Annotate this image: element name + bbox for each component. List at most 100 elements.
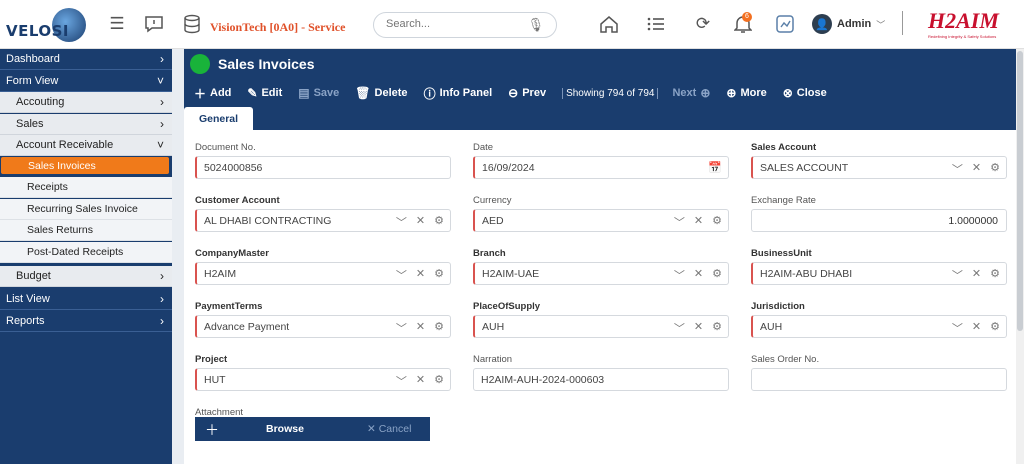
clear-icon[interactable]: ✕	[416, 267, 425, 283]
gear-icon[interactable]: ⚙	[712, 320, 722, 336]
sidebar-item-label: Accouting	[16, 96, 65, 108]
project-select[interactable]: HUT ﹀ ✕ ⚙	[195, 368, 451, 391]
scrollbar-thumb[interactable]	[1017, 51, 1023, 331]
tab-general[interactable]: General	[184, 107, 253, 130]
more-button[interactable]: ⊕ More	[726, 86, 766, 100]
close-button[interactable]: ⊗ Close	[783, 86, 827, 100]
chat-icon[interactable]	[143, 13, 165, 35]
sidebar-item-budget[interactable]: Budget ›	[0, 266, 172, 287]
customer-account-select[interactable]: AL DHABI CONTRACTING ﹀ ✕ ⚙	[195, 209, 451, 232]
info-panel-button[interactable]: ⓘ Info Panel	[424, 85, 493, 102]
cancel-button[interactable]: ✕ Cancel	[367, 423, 411, 435]
gear-icon[interactable]: ⚙	[990, 161, 1000, 177]
sidebar-item-receipts[interactable]: Receipts	[0, 177, 172, 198]
list-icon[interactable]	[645, 13, 667, 35]
company-master-select[interactable]: H2AIM ﹀ ✕ ⚙	[195, 262, 451, 285]
clear-icon[interactable]: ✕	[972, 320, 981, 336]
scrollbar[interactable]	[1016, 49, 1024, 464]
clear-icon[interactable]: ✕	[694, 214, 703, 230]
gear-icon[interactable]: ⚙	[434, 214, 444, 230]
invoice-form: Document No. 5024000856 Date 16/09/2024 📅…	[184, 130, 1016, 464]
database-icon[interactable]	[181, 13, 203, 35]
calendar-icon[interactable]: 📅	[708, 161, 722, 174]
clear-icon[interactable]: ✕	[416, 373, 425, 389]
narration-input[interactable]: H2AIM-AUH-2024-000603	[473, 368, 729, 391]
date-input[interactable]: 16/09/2024 📅	[473, 156, 729, 179]
plus-icon[interactable]: ＋	[205, 420, 219, 440]
chevron-down-icon[interactable]: ﹀	[674, 214, 685, 230]
status-indicator	[190, 54, 210, 74]
currency-select[interactable]: AED ﹀ ✕ ⚙	[473, 209, 729, 232]
jurisdiction-select[interactable]: AUH ﹀ ✕ ⚙	[751, 315, 1007, 338]
chevron-down-icon[interactable]: ﹀	[396, 214, 407, 230]
sidebar-item-sales-invoices[interactable]: Sales Invoices	[1, 157, 169, 174]
sidebar-item-list-view[interactable]: List View ›	[0, 289, 172, 310]
next-button[interactable]: Next ⊕	[672, 86, 710, 100]
sidebar-item-sales-returns[interactable]: Sales Returns	[0, 220, 172, 241]
chevron-down-icon[interactable]: ﹀	[674, 320, 685, 336]
refresh-icon[interactable]: ⟳	[692, 13, 714, 35]
chevron-down-icon[interactable]: ﹀	[952, 161, 963, 177]
edit-button[interactable]: ✎ Edit	[247, 86, 282, 100]
settings-chart-icon[interactable]	[774, 13, 796, 35]
payment-terms-select[interactable]: Advance Payment ﹀ ✕ ⚙	[195, 315, 451, 338]
sidebar-item-recurring-sales-invoice[interactable]: Recurring Sales Invoice	[0, 199, 172, 220]
add-button[interactable]: ＋ Add	[194, 85, 231, 102]
sidebar-item-accounting[interactable]: Accouting ›	[0, 92, 172, 113]
sidebar-item-form-view[interactable]: Form View ˅	[0, 71, 172, 92]
prev-button[interactable]: ⊖ Prev	[508, 86, 546, 100]
gear-icon[interactable]: ⚙	[712, 214, 722, 230]
chevron-down-icon[interactable]: ﹀	[396, 320, 407, 336]
document-no-input[interactable]: 5024000856	[195, 156, 451, 179]
cancel-label: Cancel	[378, 423, 412, 435]
clear-icon[interactable]: ✕	[694, 320, 703, 336]
chevron-down-icon[interactable]: ﹀	[952, 267, 963, 283]
clear-icon[interactable]: ✕	[416, 320, 425, 336]
microphone-icon[interactable]: 🎙	[527, 17, 544, 33]
clear-icon[interactable]: ✕	[694, 267, 703, 283]
gear-icon[interactable]: ⚙	[434, 373, 444, 389]
field-label: PaymentTerms	[195, 301, 263, 312]
menu-icon[interactable]: ☰	[106, 13, 128, 35]
chevron-down-icon[interactable]: ﹀	[674, 267, 685, 283]
chevron-right-icon: ›	[160, 52, 164, 66]
search-input[interactable]	[386, 18, 526, 30]
delete-button[interactable]: 🗑 Delete	[355, 86, 407, 100]
gear-icon[interactable]: ⚙	[434, 320, 444, 336]
save-button[interactable]: ▤ Save	[298, 86, 339, 100]
sidebar-item-label: Account Receivable	[16, 139, 114, 151]
chevron-down-icon[interactable]: ﹀	[396, 267, 407, 283]
user-menu[interactable]: 👤 Admin ﹀	[812, 14, 885, 34]
gear-icon[interactable]: ⚙	[712, 267, 722, 283]
browse-button[interactable]: Browse	[266, 423, 304, 435]
sidebar-item-post-dated-receipts[interactable]: Post-Dated Receipts	[0, 242, 172, 263]
sales-account-select[interactable]: SALES ACCOUNT ﹀ ✕ ⚙	[751, 156, 1007, 179]
chevron-down-icon[interactable]: ﹀	[952, 320, 963, 336]
exchange-rate-input[interactable]: 1.0000000	[751, 209, 1007, 232]
home-icon[interactable]	[598, 13, 620, 35]
info-label: Info Panel	[439, 87, 493, 99]
sales-order-no-input[interactable]	[751, 368, 1007, 391]
chevron-down-icon[interactable]: ﹀	[396, 373, 407, 389]
header-divider	[902, 11, 903, 35]
gear-icon[interactable]: ⚙	[434, 267, 444, 283]
field-label: Date	[473, 142, 494, 153]
branch-select[interactable]: H2AIM-UAE ﹀ ✕ ⚙	[473, 262, 729, 285]
field-label: Currency	[473, 195, 512, 206]
clear-icon[interactable]: ✕	[416, 214, 425, 230]
business-unit-select[interactable]: H2AIM-ABU DHABI ﹀ ✕ ⚙	[751, 262, 1007, 285]
clear-icon[interactable]: ✕	[972, 267, 981, 283]
gear-icon[interactable]: ⚙	[990, 267, 1000, 283]
velosi-logo[interactable]: VELOSI	[6, 8, 88, 42]
sidebar-item-reports[interactable]: Reports ›	[0, 311, 172, 332]
field-value: H2AIM-UAE	[482, 268, 540, 280]
search-box[interactable]: 🎙	[373, 12, 557, 38]
sidebar-item-account-receivable[interactable]: Account Receivable ˅	[0, 135, 172, 156]
place-of-supply-select[interactable]: AUH ﹀ ✕ ⚙	[473, 315, 729, 338]
sidebar-item-sales[interactable]: Sales ›	[0, 114, 172, 135]
gear-icon[interactable]: ⚙	[990, 320, 1000, 336]
sidebar-item-dashboard[interactable]: Dashboard ›	[0, 49, 172, 70]
clear-icon[interactable]: ✕	[972, 161, 981, 177]
add-label: Add	[210, 87, 232, 99]
field-label: Sales Account	[751, 142, 817, 153]
